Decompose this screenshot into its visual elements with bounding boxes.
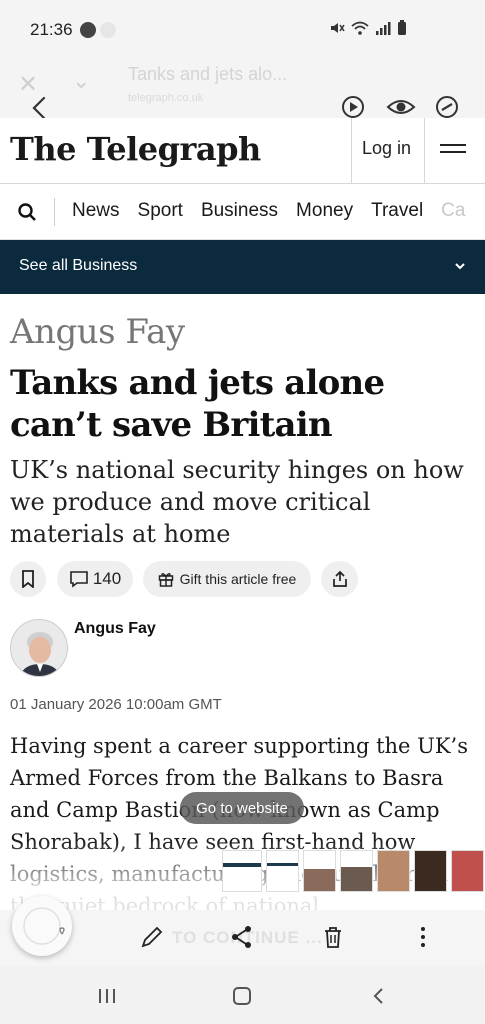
wifi-icon xyxy=(351,21,369,35)
comments-button[interactable]: 140 xyxy=(57,561,133,597)
thumbnail-6[interactable] xyxy=(414,850,447,892)
article-standfirst: UK’s national security hinges on how we … xyxy=(10,456,464,548)
status-left-icons xyxy=(80,22,116,38)
search-icon[interactable] xyxy=(17,202,37,222)
comment-icon xyxy=(70,571,88,588)
thumbnail-1[interactable] xyxy=(222,850,262,892)
bookmark-icon xyxy=(22,570,34,588)
share-icon[interactable] xyxy=(229,924,255,950)
status-bar: 21:36 xyxy=(0,0,485,58)
bottom-toolbar: TO CONTINUE ... xyxy=(0,896,485,966)
system-navigation-bar xyxy=(0,966,485,1024)
status-right-icons xyxy=(329,20,407,36)
gift-article-button[interactable]: Gift this article free xyxy=(143,561,311,597)
telegraph-logo[interactable]: The Telegraph xyxy=(10,130,261,168)
gift-label: Gift this article free xyxy=(179,571,297,587)
thumbnail-3[interactable] xyxy=(303,850,336,892)
thumbnail-7[interactable] xyxy=(451,850,484,892)
edit-pencil-icon[interactable] xyxy=(139,924,165,950)
nav-item-culture[interactable]: Ca xyxy=(441,200,465,222)
status-time: 21:36 xyxy=(30,20,73,39)
share-button[interactable] xyxy=(321,561,358,597)
trash-icon[interactable] xyxy=(320,924,346,950)
chevron-down-icon xyxy=(455,263,465,270)
nav-item-news[interactable]: News xyxy=(72,200,120,222)
more-options-icon[interactable] xyxy=(410,924,436,950)
nav-items: News Sport Business Money Travel Ca xyxy=(72,200,465,222)
floating-action-button[interactable] xyxy=(12,896,72,956)
signal-icon xyxy=(376,22,391,35)
battery-icon xyxy=(398,20,406,35)
nav-item-travel[interactable]: Travel xyxy=(371,200,423,222)
mute-icon xyxy=(331,23,345,33)
nav-item-money[interactable]: Money xyxy=(296,200,353,222)
author-avatar[interactable] xyxy=(10,619,68,677)
heart-icon xyxy=(23,907,65,945)
nav-item-business[interactable]: Business xyxy=(201,200,278,222)
comment-count: 140 xyxy=(92,569,122,588)
section-nav: News Sport Business Money Travel Ca xyxy=(0,184,485,240)
site-header: The Telegraph Log in xyxy=(0,118,485,184)
gift-icon xyxy=(158,573,173,587)
byline-name[interactable]: Angus Fay xyxy=(74,620,156,638)
hamburger-menu-icon[interactable] xyxy=(440,144,466,160)
article-headline: Tanks and jets alone can’t save Britain xyxy=(10,363,385,445)
go-to-website-toast[interactable]: Go to website xyxy=(180,792,304,824)
author-kicker[interactable]: Angus Fay xyxy=(10,312,185,352)
publish-date: 01 January 2026 10:00am GMT xyxy=(10,696,222,713)
home-icon[interactable] xyxy=(231,986,253,1006)
share-icon xyxy=(332,570,347,587)
login-button[interactable]: Log in xyxy=(351,118,425,183)
thumbnail-4[interactable] xyxy=(340,850,373,892)
section-dropdown[interactable]: See all Business xyxy=(0,240,485,294)
author-portrait xyxy=(11,620,67,676)
article-actions: 140 Gift this article free xyxy=(10,561,480,597)
related-thumbnails xyxy=(222,850,484,894)
nav-divider xyxy=(54,198,55,226)
login-label: Log in xyxy=(362,138,412,158)
back-icon[interactable] xyxy=(368,986,390,1006)
whatsapp-icon xyxy=(80,22,96,38)
tab-title: Tanks and jets alo... xyxy=(128,64,288,84)
toast-label: Go to website xyxy=(196,799,288,817)
thumbnail-2[interactable] xyxy=(266,850,299,892)
thumbnail-5[interactable] xyxy=(377,850,410,892)
section-label: See all Business xyxy=(19,257,138,274)
nav-item-sport[interactable]: Sport xyxy=(138,200,183,222)
recent-apps-icon[interactable] xyxy=(96,986,118,1006)
bookmark-button[interactable] xyxy=(10,561,46,597)
notification-icon xyxy=(100,22,116,38)
